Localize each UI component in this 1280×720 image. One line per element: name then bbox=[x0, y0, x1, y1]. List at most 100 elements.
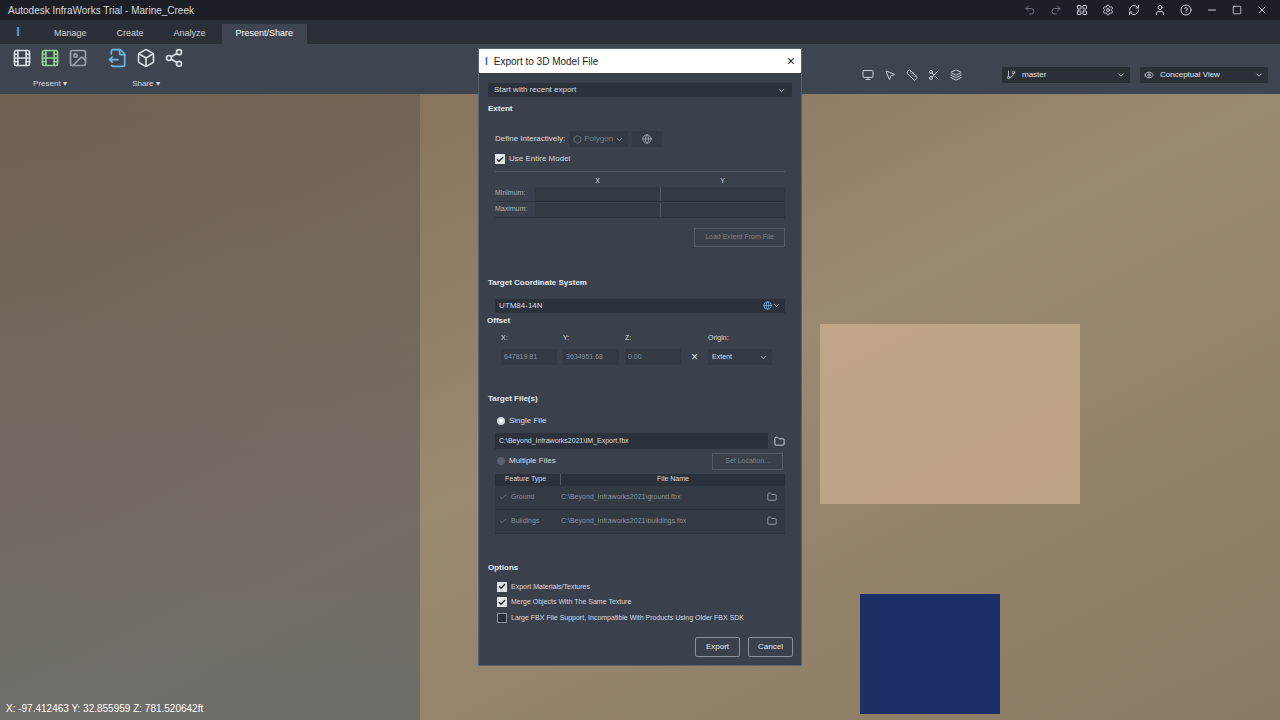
option-row[interactable]: Large FBX File Support, Incompatible Wit… bbox=[497, 613, 783, 624]
section-heading: Options bbox=[479, 562, 801, 574]
chevron-icon bbox=[1116, 70, 1126, 80]
imx-icon[interactable] bbox=[136, 48, 156, 68]
extent-row: Minimum: bbox=[495, 186, 785, 202]
ribbon-group: Share ▾ bbox=[104, 44, 188, 94]
chevron-icon bbox=[772, 301, 781, 310]
option-checkbox[interactable] bbox=[497, 613, 507, 623]
folder-icon[interactable] bbox=[767, 492, 777, 502]
extent-row: Maximum: bbox=[495, 202, 785, 218]
view-toolbar: master Conceptual View bbox=[862, 44, 1272, 94]
dialog-close-button[interactable]: × bbox=[787, 54, 795, 68]
share-icon[interactable] bbox=[164, 48, 184, 68]
app-logo[interactable]: I bbox=[8, 22, 28, 42]
close-icon[interactable] bbox=[1256, 4, 1268, 16]
check-icon bbox=[496, 155, 504, 164]
sync-icon[interactable] bbox=[1128, 4, 1140, 16]
ribbon-group-label[interactable]: Share ▾ bbox=[132, 78, 160, 90]
chevron-icon bbox=[615, 135, 624, 144]
use-entire-model-checkbox[interactable] bbox=[495, 154, 505, 164]
measure-icon[interactable] bbox=[906, 69, 918, 81]
extent-table: XYMinimum:Maximum: bbox=[495, 176, 785, 218]
option-row[interactable]: Merge Objects With The Same Texture bbox=[497, 597, 783, 608]
offset-field[interactable]: 0.00 bbox=[625, 349, 681, 365]
app: Autodesk InfraWorks Trial - Marine_Creek… bbox=[0, 0, 1280, 720]
polygon-dropdown[interactable]: Polygon bbox=[569, 131, 628, 147]
cut-icon[interactable] bbox=[928, 69, 940, 81]
coordinate-system-dropdown[interactable]: UTM84-14N bbox=[495, 299, 785, 313]
pick-button[interactable] bbox=[632, 131, 662, 147]
ribbon-tab[interactable]: Analyze bbox=[160, 24, 220, 44]
chevron-icon bbox=[759, 353, 768, 362]
check-icon bbox=[498, 598, 506, 607]
branch-icon bbox=[1006, 70, 1016, 80]
offset-heading: Offset bbox=[487, 316, 510, 325]
extent-field[interactable] bbox=[535, 203, 661, 217]
offset-field[interactable]: 647819.81 bbox=[501, 349, 557, 365]
window-title: Autodesk InfraWorks Trial - Marine_Creek bbox=[8, 3, 194, 18]
check-icon bbox=[498, 582, 506, 591]
globe-icon bbox=[763, 301, 772, 310]
radio-button[interactable] bbox=[497, 417, 505, 425]
user-icon[interactable] bbox=[1154, 4, 1166, 16]
grid-icon[interactable] bbox=[1076, 4, 1088, 16]
offset-field[interactable]: 3634951.68 bbox=[563, 349, 619, 365]
preset-dropdown[interactable]: Start with recent export bbox=[488, 83, 792, 97]
export-dialog: IExport to 3D Model File×Start with rece… bbox=[478, 48, 802, 666]
check-icon bbox=[499, 493, 507, 501]
radio-button[interactable] bbox=[497, 457, 505, 465]
status-coordinates: X: -97.412463 Y: 32.855959 Z: 781.520642… bbox=[6, 701, 203, 716]
files-table: Feature TypeFile NameGroundC:\Beyond_Inf… bbox=[495, 474, 785, 534]
maximize-icon[interactable] bbox=[1232, 5, 1242, 15]
movie-icon[interactable] bbox=[40, 48, 60, 68]
help-icon[interactable] bbox=[1180, 4, 1192, 16]
ribbon-tab[interactable]: Manage bbox=[40, 24, 101, 44]
select-icon[interactable] bbox=[884, 69, 896, 81]
storyboard-icon[interactable] bbox=[12, 48, 32, 68]
gear-icon[interactable] bbox=[1102, 4, 1114, 16]
ribbon-group: Present ▾ bbox=[8, 44, 92, 94]
extent-field[interactable] bbox=[661, 187, 786, 201]
dialog-title: Export to 3D Model File bbox=[494, 54, 781, 69]
layers-icon[interactable] bbox=[950, 69, 962, 81]
view-icon bbox=[1144, 70, 1154, 80]
chevron-icon bbox=[777, 86, 786, 95]
check-icon bbox=[499, 517, 507, 525]
extent-field[interactable] bbox=[535, 187, 661, 201]
option-checkbox[interactable] bbox=[497, 597, 507, 607]
files-row: GroundC:\Beyond_Infraworks2021\ground.fb… bbox=[495, 486, 785, 510]
origin-dropdown[interactable]: Extent bbox=[708, 349, 772, 365]
redo-icon[interactable] bbox=[1050, 4, 1062, 16]
path-field[interactable]: C:\Beyond_Infraworks2021\IM_Export.fbx bbox=[495, 433, 768, 449]
minimize-icon[interactable] bbox=[1206, 4, 1218, 16]
ribbon-tab[interactable]: Present/Share bbox=[222, 24, 308, 44]
export-button[interactable]: Export bbox=[695, 637, 740, 657]
view-dropdown[interactable]: Conceptual View bbox=[1140, 67, 1268, 83]
set-location-button[interactable]: Set Location... bbox=[712, 453, 783, 470]
chevron-icon bbox=[1254, 70, 1264, 80]
snapshot-icon[interactable] bbox=[68, 48, 88, 68]
dialog-title-bar: IExport to 3D Model File× bbox=[479, 49, 801, 73]
load-extent-button[interactable]: Load Extent From File bbox=[694, 228, 785, 247]
extent-field[interactable] bbox=[661, 203, 786, 217]
title-bar: Autodesk InfraWorks Trial - Marine_Creek bbox=[0, 0, 1280, 20]
section-heading: Extent bbox=[479, 103, 801, 115]
folder-icon[interactable] bbox=[767, 516, 777, 526]
undo-icon[interactable] bbox=[1024, 4, 1036, 16]
files-row: BuildingsC:\Beyond_Infraworks2021\buildi… bbox=[495, 510, 785, 534]
cancel-button[interactable]: Cancel bbox=[748, 637, 793, 657]
branch-dropdown[interactable]: master bbox=[1002, 67, 1130, 83]
pick-icon bbox=[642, 134, 652, 144]
export-icon[interactable] bbox=[108, 48, 128, 68]
define-label: Define Interactively: bbox=[495, 133, 565, 145]
ribbon-tabs: I ManageCreateAnalyzePresent/Share bbox=[0, 20, 1280, 44]
ribbon-tab[interactable]: Create bbox=[103, 24, 158, 44]
clear-offset-button[interactable]: × bbox=[687, 349, 702, 365]
section-heading: Target File(s) bbox=[479, 393, 801, 405]
display-icon[interactable] bbox=[862, 69, 874, 81]
polygon-icon bbox=[573, 135, 582, 144]
section-heading: Target Coordinate System bbox=[479, 277, 801, 289]
option-checkbox[interactable] bbox=[497, 582, 507, 592]
ribbon-group-label[interactable]: Present ▾ bbox=[33, 78, 67, 90]
folder-icon[interactable] bbox=[774, 436, 785, 447]
option-row[interactable]: Export Materials/Textures bbox=[497, 582, 783, 593]
